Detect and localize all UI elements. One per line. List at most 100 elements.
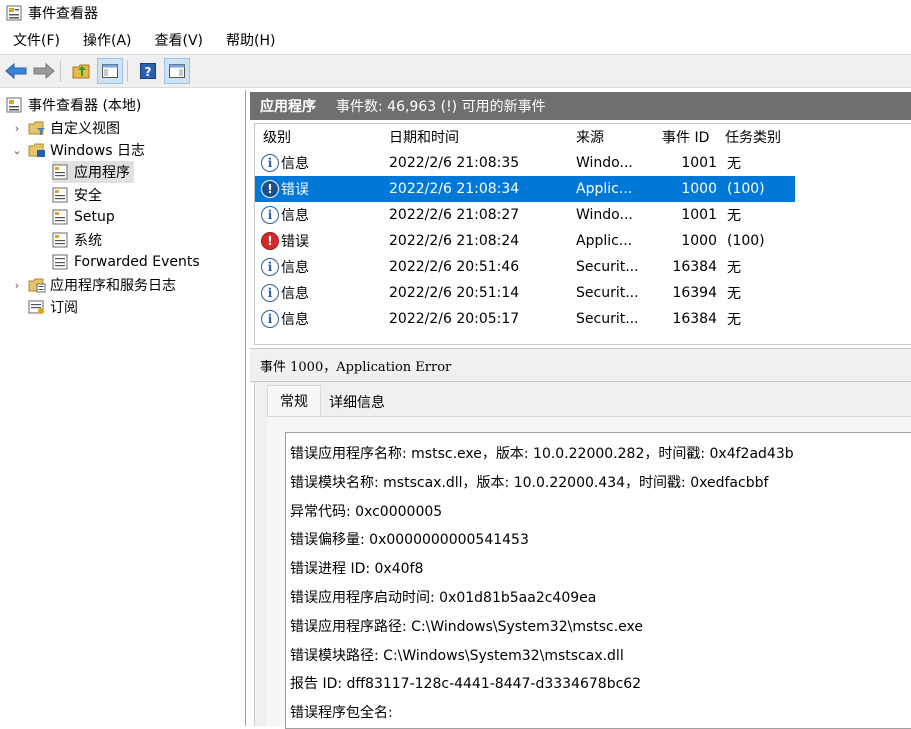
tree-label: Setup <box>74 209 115 225</box>
level-text: 信息 <box>281 312 309 328</box>
back-arrow-icon[interactable] <box>4 59 28 83</box>
chevron-right-icon[interactable]: › <box>10 278 24 292</box>
tree-item-setup[interactable]: Setup <box>52 206 115 228</box>
cell-event-id: 16394 <box>672 285 717 301</box>
tree-label: 应用程序和服务日志 <box>50 278 176 294</box>
level-text: 信息 <box>281 208 309 224</box>
event-viewer-icon <box>6 5 22 21</box>
log-icon <box>52 164 68 180</box>
description-line: 错误偏移量: 0x0000000000541453 <box>290 532 529 549</box>
menu-help[interactable]: 帮助(H) <box>213 30 285 50</box>
cell-event-id: 1001 <box>681 207 717 223</box>
cell-event-id: 1000 <box>681 233 717 249</box>
tree-item-windows-logs[interactable]: ⌄ Windows 日志 <box>10 139 145 161</box>
cell-event-id: 1000 <box>681 181 717 197</box>
tree-item-root[interactable]: 事件查看器 (本地) <box>6 94 141 116</box>
tree-label: 订阅 <box>50 300 78 316</box>
log-icon <box>52 209 68 225</box>
cell-source: Securit... <box>576 311 639 327</box>
cell-event-id: 16384 <box>672 311 717 327</box>
event-count: 事件数: 46,963 (!) 可用的新事件 <box>336 99 546 115</box>
level-text: 错误 <box>281 182 309 198</box>
table-row[interactable]: ! 错误 2022/2/6 21:08:34 Applic... 1000 (100) <box>255 176 795 202</box>
menu-view[interactable]: 查看(V) <box>142 30 214 50</box>
cell-source: Securit... <box>576 259 639 275</box>
action-pane-icon[interactable] <box>164 58 190 84</box>
cell-level: i 信息 <box>261 150 309 176</box>
table-row[interactable]: i 信息 2022/2/6 20:51:14 Securit... 16394 无 <box>255 280 795 306</box>
cell-datetime: 2022/2/6 21:08:24 <box>389 233 520 249</box>
cell-level: ! 错误 <box>261 228 309 254</box>
detail-tabs: 常规 详细信息 <box>267 385 393 416</box>
tree-item-app-service-logs[interactable]: › 应用程序和服务日志 <box>10 274 176 296</box>
title-bar: 事件查看器 <box>0 0 911 26</box>
tree-item-application[interactable]: 应用程序 <box>52 161 134 183</box>
tree-item-forwarded-events[interactable]: Forwarded Events <box>52 251 200 273</box>
tab-details[interactable]: 详细信息 <box>321 388 393 416</box>
chevron-down-icon[interactable]: ⌄ <box>10 143 24 157</box>
tree-item-security[interactable]: 安全 <box>52 184 102 206</box>
tree-item-custom-views[interactable]: › 自定义视图 <box>10 117 120 139</box>
tree-label: 安全 <box>74 188 102 204</box>
cell-task-category: (100) <box>727 233 765 249</box>
table-row[interactable]: i 信息 2022/2/6 21:08:27 Windo... 1001 无 <box>255 202 795 228</box>
cell-source: Applic... <box>576 181 633 197</box>
svg-text:?: ? <box>145 65 152 79</box>
table-row[interactable]: i 信息 2022/2/6 20:05:17 Securit... 16384 无 <box>255 306 795 332</box>
tab-general[interactable]: 常规 <box>267 385 321 416</box>
description-line: 错误模块名称: mstscax.dll，版本: 10.0.22000.434，时… <box>290 474 769 491</box>
log-title: 应用程序 <box>260 99 316 115</box>
tree-label: 自定义视图 <box>50 121 120 137</box>
description-line: 错误模块路径: C:\Windows\System32\mstscax.dll <box>290 647 624 664</box>
cell-source: Securit... <box>576 285 639 301</box>
show-hide-tree-icon[interactable] <box>97 58 123 84</box>
cell-datetime: 2022/2/6 21:08:35 <box>389 155 520 171</box>
toolbar: ? <box>0 54 911 88</box>
description-line: 报告 ID: dff83117-128c-4441-8447-d3334678b… <box>290 676 642 693</box>
cell-task-category: 无 <box>727 286 741 302</box>
log-plain-icon <box>52 254 68 270</box>
cell-datetime: 2022/2/6 21:08:27 <box>389 207 520 223</box>
cell-level: i 信息 <box>261 280 309 306</box>
cell-datetime: 2022/2/6 20:05:17 <box>389 311 520 327</box>
cell-level: i 信息 <box>261 254 309 280</box>
event-viewer-icon <box>6 97 22 113</box>
content-pane: 应用程序 事件数: 46,963 (!) 可用的新事件 级别 日期和时间 来源 … <box>250 92 911 729</box>
menu-file[interactable]: 文件(F) <box>0 30 70 50</box>
cell-task-category: (100) <box>727 181 765 197</box>
chevron-right-icon[interactable]: › <box>10 121 24 135</box>
tree-item-subscriptions[interactable]: 订阅 <box>28 296 78 318</box>
cell-task-category: 无 <box>727 260 741 276</box>
table-row[interactable]: i 信息 2022/2/6 21:08:35 Windo... 1001 无 <box>255 150 795 176</box>
log-header: 应用程序 事件数: 46,963 (!) 可用的新事件 <box>250 92 911 120</box>
column-header-event-id[interactable]: 事件 ID <box>662 124 709 150</box>
description-line: 错误应用程序启动时间: 0x01d81b5aa2c409ea <box>290 590 597 606</box>
help-icon[interactable]: ? <box>136 59 160 83</box>
info-icon: i <box>261 258 279 276</box>
event-detail-body: 常规 详细信息 错误应用程序名称: mstsc.exe，版本: 10.0.220… <box>254 382 911 729</box>
level-text: 信息 <box>281 286 309 302</box>
description-line: 错误程序包全名: <box>290 705 393 722</box>
column-header-source[interactable]: 来源 <box>576 124 604 150</box>
level-text: 信息 <box>281 156 309 172</box>
forward-arrow-icon[interactable] <box>32 59 56 83</box>
menu-bar: 文件(F) 操作(A) 查看(V) 帮助(H) <box>0 28 911 52</box>
table-row[interactable]: i 信息 2022/2/6 20:51:46 Securit... 16384 无 <box>255 254 795 280</box>
menu-action[interactable]: 操作(A) <box>70 30 142 50</box>
cell-datetime: 2022/2/6 21:08:34 <box>389 181 520 197</box>
tree-label: 事件查看器 (本地) <box>28 98 142 114</box>
column-header-level[interactable]: 级别 <box>263 124 291 150</box>
event-description[interactable]: 错误应用程序名称: mstsc.exe，版本: 10.0.22000.282，时… <box>285 432 911 729</box>
cell-datetime: 2022/2/6 20:51:46 <box>389 259 520 275</box>
level-text: 信息 <box>281 260 309 276</box>
cell-level: i 信息 <box>261 306 309 332</box>
toolbar-separator <box>127 60 128 82</box>
tree-item-system[interactable]: 系统 <box>52 229 102 251</box>
table-row[interactable]: ! 错误 2022/2/6 21:08:24 Applic... 1000 (100) <box>255 228 795 254</box>
column-header-task-category[interactable]: 任务类别 <box>725 124 781 150</box>
column-header-datetime[interactable]: 日期和时间 <box>389 124 459 150</box>
folder-filter-icon <box>28 120 45 136</box>
folder-up-icon[interactable] <box>69 59 93 83</box>
cell-level: i 信息 <box>261 202 309 228</box>
cell-task-category: 无 <box>727 156 741 172</box>
